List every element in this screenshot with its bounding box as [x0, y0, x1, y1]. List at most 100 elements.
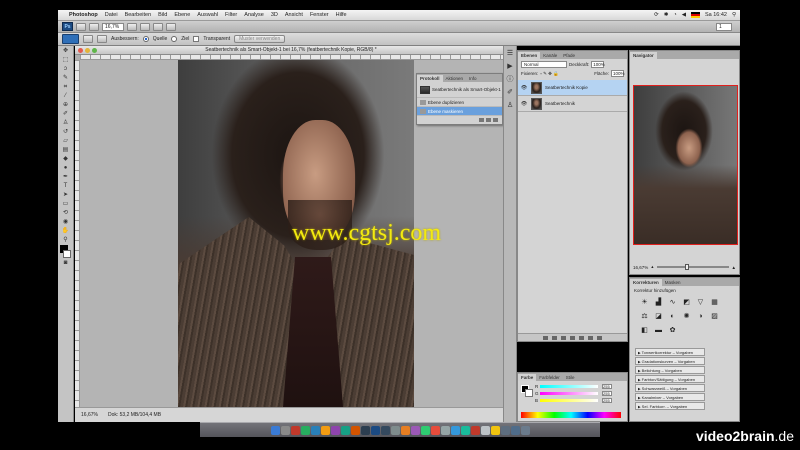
marquee-tool-icon[interactable]: ⬚: [60, 56, 72, 64]
menu-fenster[interactable]: Fenster: [310, 12, 329, 18]
new-group-icon[interactable]: [579, 335, 584, 340]
preset-item[interactable]: Belichtung – Vorgaben: [635, 366, 705, 374]
preset-item[interactable]: Kanalmixer – Vorgaben: [635, 393, 705, 401]
slider-b[interactable]: [540, 399, 598, 402]
levels-icon[interactable]: ▟: [654, 298, 663, 307]
new-layer-icon[interactable]: [588, 335, 593, 340]
preset-item[interactable]: Gradationskurven – Vorgaben: [635, 357, 705, 365]
status-zoom[interactable]: 16,67%: [81, 412, 98, 418]
menu-bearbeiten[interactable]: Bearbeiten: [125, 12, 152, 18]
bluetooth-icon[interactable]: ✱: [664, 12, 669, 18]
eraser-tool-icon[interactable]: ▱: [60, 137, 72, 145]
app-icon[interactable]: [410, 425, 420, 435]
layer-row[interactable]: 👁 Seatbertechnik: [518, 96, 627, 112]
tab-masken[interactable]: Masken: [662, 279, 684, 286]
downloads-stack-icon[interactable]: [510, 425, 520, 435]
menu-app-name[interactable]: Photoshop: [69, 12, 98, 18]
photoshop-dock-icon[interactable]: [370, 425, 380, 435]
calendar-icon[interactable]: [290, 425, 300, 435]
preset-item[interactable]: Tonwertkorrektur – Vorgaben: [635, 348, 705, 356]
path-select-tool-icon[interactable]: ➤: [60, 191, 72, 199]
tab-aktionen[interactable]: Aktionen: [443, 75, 467, 82]
exposure-icon[interactable]: ◩: [682, 298, 691, 307]
volume-icon[interactable]: ◀: [682, 12, 686, 18]
menu-bild[interactable]: Bild: [158, 12, 167, 18]
selective-color-icon[interactable]: ✿: [668, 326, 677, 335]
zoom-in-icon[interactable]: ▲: [732, 265, 736, 270]
app-icon[interactable]: [440, 425, 450, 435]
minimize-window-icon[interactable]: [85, 47, 90, 53]
history-snapshot[interactable]: Seatbertechnik als Smart-Objekt-1: [417, 82, 502, 98]
preset-item[interactable]: Farbton/Sättigung – Vorgaben: [635, 375, 705, 383]
3d-camera-tool-icon[interactable]: ◉: [60, 218, 72, 226]
slider-r-value[interactable]: 255: [602, 384, 612, 389]
safari-icon[interactable]: [310, 425, 320, 435]
tab-farbfelder[interactable]: Farbfelder: [536, 374, 563, 381]
tool-preset-picker[interactable]: [62, 34, 79, 44]
brush-tool-icon[interactable]: ✐: [60, 110, 72, 118]
workspace-switcher[interactable]: 1: [716, 22, 732, 31]
status-doc-info[interactable]: Dok: 53,2 MB/104,4 MB: [108, 412, 161, 418]
dodge-tool-icon[interactable]: ●: [60, 164, 72, 172]
app-icon[interactable]: [430, 425, 440, 435]
facetime-icon[interactable]: [300, 425, 310, 435]
trash-icon[interactable]: [520, 425, 530, 435]
source-radio[interactable]: [142, 36, 149, 42]
clock[interactable]: Sa 16:42: [705, 12, 727, 18]
brush-panel-icon[interactable]: ✐: [505, 88, 515, 98]
tab-kanaele[interactable]: Kanäle: [540, 52, 560, 59]
background-color-swatch[interactable]: [63, 250, 71, 258]
gradient-tool-icon[interactable]: ▤: [60, 146, 72, 154]
slider-g-value[interactable]: 255: [602, 391, 612, 396]
hand-tool-icon[interactable]: ✋: [60, 227, 72, 235]
arrange-documents-button[interactable]: [153, 22, 163, 31]
app-icon[interactable]: [460, 425, 470, 435]
brightness-contrast-icon[interactable]: ☀: [640, 298, 649, 307]
preset-item[interactable]: Sel. Farbkorr. – Vorgaben: [635, 402, 705, 410]
patch-tool-icon[interactable]: ⊕: [60, 101, 72, 109]
new-snapshot-icon[interactable]: [486, 118, 491, 122]
tab-farbe[interactable]: Farbe: [518, 374, 537, 381]
pen-tool-icon[interactable]: ✒: [60, 173, 72, 181]
menu-hilfe[interactable]: Hilfe: [336, 12, 347, 18]
fill-field[interactable]: 100%: [611, 70, 625, 77]
info-panel-icon[interactable]: ⓘ: [505, 75, 515, 85]
invert-icon[interactable]: ◑: [696, 312, 705, 321]
hand-tool-button[interactable]: [127, 22, 137, 31]
zoom-tool-icon[interactable]: ⚲: [60, 236, 72, 244]
preset-item[interactable]: Schwarzweiß – Vorgaben: [635, 384, 705, 392]
menu-filter[interactable]: Filter: [225, 12, 237, 18]
use-pattern-button[interactable]: Muster verwenden: [234, 35, 286, 43]
menu-ansicht[interactable]: Ansicht: [285, 12, 303, 18]
type-tool-icon[interactable]: T: [60, 182, 72, 190]
new-document-from-state-icon[interactable]: [479, 118, 484, 122]
actions-panel-icon[interactable]: ▶: [505, 62, 515, 72]
navigator-zoom-slider[interactable]: [656, 264, 729, 270]
app-icon[interactable]: [490, 425, 500, 435]
clone-stamp-tool-icon[interactable]: ♙: [60, 119, 72, 127]
vibrance-icon[interactable]: ▽: [696, 298, 705, 307]
wifi-icon[interactable]: ◔: [673, 12, 676, 18]
zoom-out-icon[interactable]: ▴: [651, 264, 653, 270]
history-brush-tool-icon[interactable]: ↺: [60, 128, 72, 136]
posterize-icon[interactable]: ▨: [710, 312, 719, 321]
slider-r[interactable]: [540, 385, 598, 388]
hue-saturation-icon[interactable]: ▦: [710, 298, 719, 307]
quick-select-tool-icon[interactable]: ✎: [60, 74, 72, 82]
shape-tool-icon[interactable]: ▭: [60, 200, 72, 208]
new-selection-button[interactable]: [83, 35, 93, 43]
move-tool-icon[interactable]: ✥: [60, 47, 72, 55]
color-spectrum[interactable]: [521, 412, 621, 418]
crop-tool-icon[interactable]: ⌗: [60, 83, 72, 91]
slider-g[interactable]: [540, 392, 598, 395]
color-balance-icon[interactable]: ⚖: [640, 312, 649, 321]
curves-icon[interactable]: ∿: [668, 298, 677, 307]
add-mask-icon[interactable]: [561, 335, 566, 340]
layer-style-icon[interactable]: [552, 335, 557, 340]
mini-bridge-button[interactable]: [89, 22, 99, 31]
history-step-selected[interactable]: Ebene maskieren: [417, 107, 502, 116]
gradient-map-icon[interactable]: ▬: [654, 326, 663, 335]
navigator-zoom-value[interactable]: 16,67%: [633, 265, 648, 270]
zoom-window-icon[interactable]: [92, 47, 97, 53]
background-swatch[interactable]: [525, 389, 533, 397]
